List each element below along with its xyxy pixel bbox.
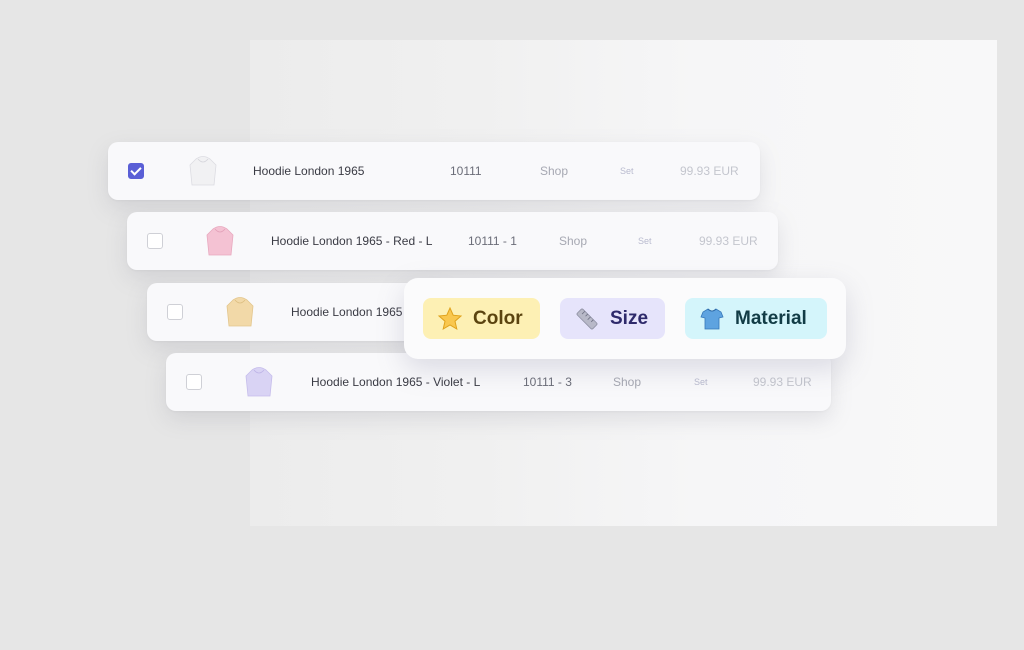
row-checkbox[interactable]: [167, 304, 183, 320]
product-name: Hoodie London 1965: [253, 164, 365, 178]
product-name: Hoodie London 1965 - Violet - L: [311, 375, 481, 389]
attribute-popup: Color Size Material: [404, 278, 846, 359]
hoodie-violet-thumbnail: [238, 361, 280, 403]
table-row[interactable]: Hoodie London 1965 - Red - L 10111 - 1 S…: [127, 212, 778, 270]
product-sku: 10111 - 3: [523, 375, 572, 389]
row-checkbox[interactable]: [147, 233, 163, 249]
hoodie-red-thumbnail: [199, 220, 241, 262]
product-price: 99.93 EUR: [680, 164, 739, 178]
stage: Hoodie London 1965 10111 Shop Set 99.93 …: [0, 0, 1024, 650]
chip-label: Material: [735, 307, 807, 329]
product-price: 99.93 EUR: [753, 375, 812, 389]
hoodie-white-thumbnail: [182, 150, 224, 192]
product-name: Hoodie London 1965 - Red - L: [271, 234, 433, 248]
chip-label: Size: [610, 307, 649, 329]
chip-label: Color: [473, 307, 523, 329]
attribute-chip-size[interactable]: Size: [560, 298, 665, 339]
product-shop: Shop: [540, 164, 569, 178]
row-checkbox[interactable]: [128, 163, 144, 179]
hoodie-beige-thumbnail: [219, 291, 261, 333]
star-icon: [437, 306, 463, 330]
product-name: Hoodie London 1965: [291, 305, 403, 319]
product-shop: Shop: [559, 234, 588, 248]
shirt-icon: [700, 307, 724, 329]
attribute-chip-material[interactable]: Material: [685, 298, 827, 339]
product-set: Set: [694, 377, 708, 387]
product-set: Set: [638, 236, 652, 246]
product-sku: 10111: [450, 164, 482, 178]
product-sku: 10111 - 1: [468, 234, 517, 248]
product-shop: Shop: [613, 375, 642, 389]
product-set: Set: [620, 166, 634, 176]
row-checkbox[interactable]: [186, 374, 202, 390]
table-row[interactable]: Hoodie London 1965: [147, 283, 447, 341]
table-row[interactable]: Hoodie London 1965 - Violet - L 10111 - …: [166, 353, 831, 411]
ruler-icon: [576, 308, 598, 329]
attribute-chip-color[interactable]: Color: [423, 298, 540, 339]
table-row[interactable]: Hoodie London 1965 10111 Shop Set 99.93 …: [108, 142, 760, 200]
product-price: 99.93 EUR: [699, 234, 758, 248]
